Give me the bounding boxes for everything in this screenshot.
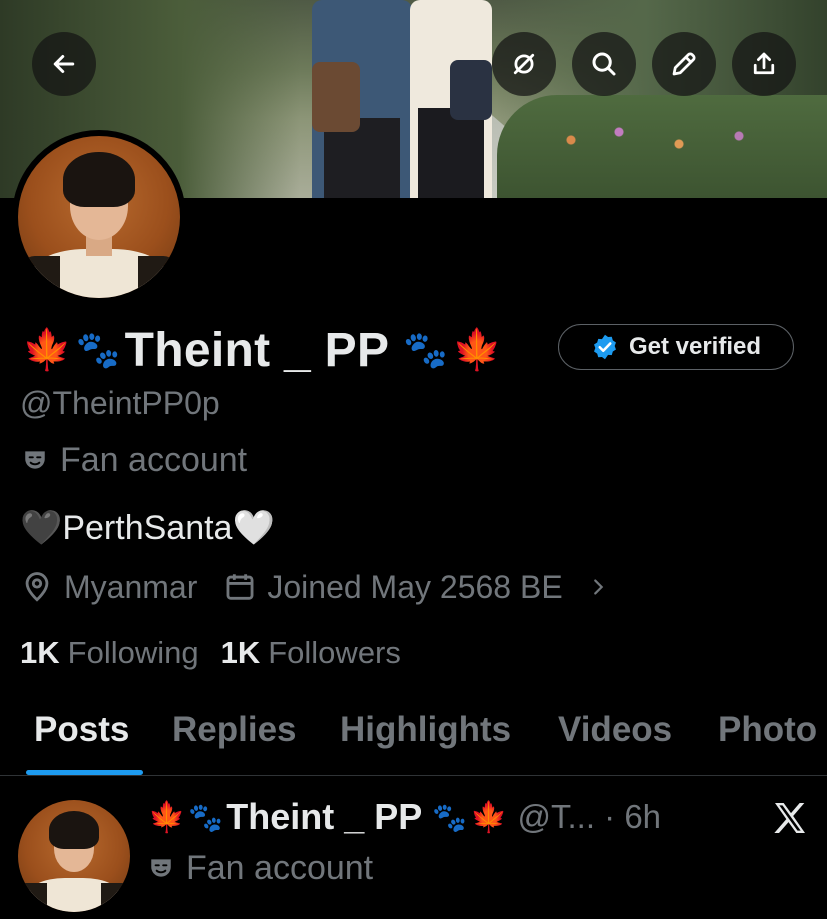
- following-count[interactable]: 1K: [20, 635, 60, 671]
- post-handle-time: @T... · 6h: [517, 798, 662, 835]
- maple-leaf-emoji: 🍁: [470, 800, 508, 834]
- verified-badge-icon: [594, 334, 616, 360]
- joined-text: Joined May 2568 BE: [267, 568, 563, 605]
- theater-mask-icon: [25, 451, 45, 469]
- followers-count[interactable]: 1K: [221, 635, 261, 671]
- maple-leaf-emoji: 🍁: [22, 328, 72, 372]
- location-pin-icon: [25, 572, 49, 602]
- get-verified-label: Get verified: [628, 333, 762, 360]
- profile-avatar[interactable]: [12, 130, 186, 304]
- search-button[interactable]: [572, 32, 636, 96]
- edit-pencil-icon: [672, 52, 696, 76]
- edit-button[interactable]: [652, 32, 716, 96]
- post-author-name[interactable]: Theint _ PP: [226, 796, 422, 838]
- calendar-icon: [226, 574, 254, 600]
- bio-text: PerthSanta: [62, 508, 233, 547]
- followers-label[interactable]: Followers: [268, 635, 401, 671]
- share-icon: [753, 52, 775, 75]
- active-tab-indicator: [26, 770, 143, 775]
- paws-emoji: 🐾: [432, 801, 468, 833]
- tab-highlights[interactable]: Highlights: [340, 710, 511, 750]
- location-text: Myanmar: [64, 568, 198, 605]
- post-account-label-text: Fan account: [186, 848, 374, 887]
- account-label-text: Fan account: [60, 440, 248, 479]
- post-avatar[interactable]: [18, 800, 130, 912]
- profile-meta: Myanmar Joined May 2568 BE: [20, 566, 635, 608]
- post-account-label: Fan account: [148, 848, 373, 888]
- location-item: Myanmar: [20, 569, 197, 606]
- display-name-row: 🍁 🐾 Theint _ PP 🐾 🍁: [22, 322, 502, 378]
- back-arrow-icon: [53, 55, 75, 73]
- post-header: 🍁 🐾 Theint _ PP 🐾 🍁 @T... · 6h: [148, 794, 661, 840]
- follow-stats: 1K Following 1K Followers: [20, 632, 423, 674]
- tab-videos[interactable]: Videos: [558, 710, 672, 750]
- maple-leaf-emoji: 🍁: [452, 328, 502, 372]
- maple-leaf-emoji: 🍁: [148, 800, 186, 834]
- paws-emoji: 🐾: [75, 329, 121, 370]
- theater-mask-icon: [151, 859, 171, 877]
- joined-item[interactable]: Joined May 2568 BE: [223, 569, 608, 606]
- following-label[interactable]: Following: [68, 635, 199, 671]
- tab-photos[interactable]: Photo: [718, 710, 817, 750]
- profile-bio: 🖤 PerthSanta 🤍: [20, 505, 275, 551]
- tab-replies[interactable]: Replies: [172, 710, 297, 750]
- back-button[interactable]: [32, 32, 96, 96]
- black-heart-emoji: 🖤: [20, 509, 63, 547]
- paws-emoji: 🐾: [403, 329, 449, 370]
- tab-posts[interactable]: Posts: [34, 710, 129, 750]
- profile-tabs: Posts Replies Highlights Videos Photo: [0, 700, 827, 776]
- sync-toggle-button[interactable]: [492, 32, 556, 96]
- paws-emoji: 🐾: [188, 801, 224, 833]
- white-heart-emoji: 🤍: [232, 509, 275, 547]
- search-icon: [592, 52, 616, 76]
- profile-handle: @TheintPP0p: [20, 385, 220, 421]
- account-label: Fan account: [22, 440, 247, 480]
- display-name: Theint _ PP: [124, 323, 390, 377]
- get-verified-button[interactable]: Get verified: [558, 324, 794, 370]
- chevron-right-icon: [593, 579, 603, 595]
- x-logo-icon: [774, 803, 805, 833]
- no-sync-icon: [513, 53, 535, 75]
- share-button[interactable]: [732, 32, 796, 96]
